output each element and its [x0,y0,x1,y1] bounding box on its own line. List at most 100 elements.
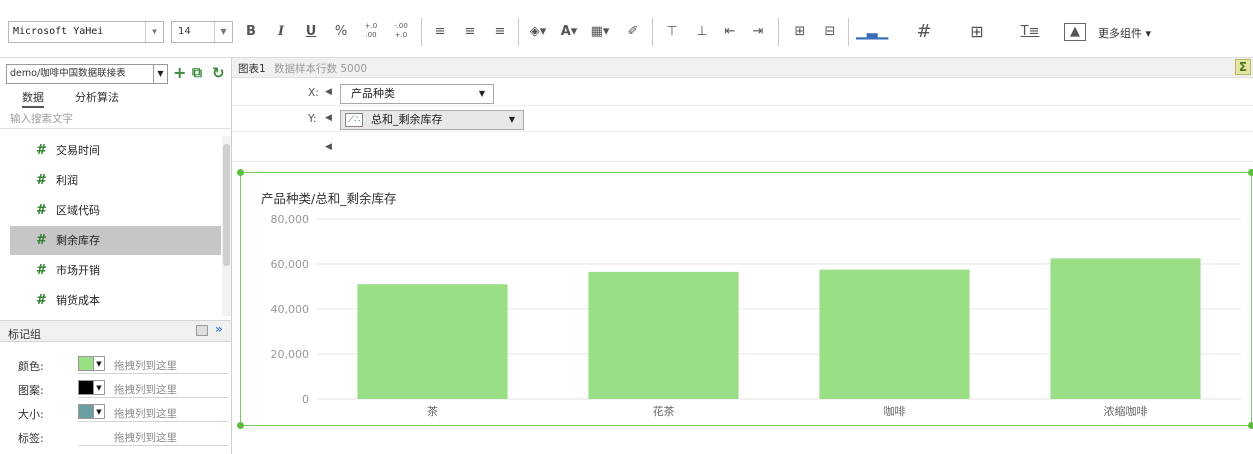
sigma-icon[interactable]: Σ [1235,59,1251,75]
measure-icon: # [36,233,47,248]
mark-settings-icon[interactable] [196,325,208,336]
chevron-down-icon[interactable]: ▼ [153,65,167,83]
field-list-scrollbar[interactable] [222,136,231,316]
underline-button[interactable]: U [302,22,320,42]
search-input[interactable]: 输入搜索文字 [10,111,73,126]
valign-top-icon[interactable]: ⊤ [662,22,682,42]
tab-analysis-algorithm[interactable]: 分析算法 [75,89,119,105]
measure-icon: # [36,203,47,218]
chevron-down-icon[interactable]: ▼ [94,356,105,371]
mark-label: 图案: [18,384,44,397]
more-widgets-button[interactable]: 更多组件 ▾ [1098,25,1151,41]
align-right-icon[interactable]: ≡ [490,22,510,42]
chart-frame[interactable]: 产品种类/总和_剩余库存 0 20,000 40,000 60,000 80,000 茶花… [237,169,1253,429]
chevron-down-icon[interactable]: ▼ [479,85,485,103]
chevron-down-icon[interactable]: ▼ [145,22,163,42]
field-item-selected[interactable]: # 剩余库存 [10,226,221,255]
bar [1050,258,1201,399]
field-label: 销货成本 [56,294,100,307]
valign-bottom-icon[interactable]: ⊥ [692,22,712,42]
drop-zone[interactable]: 拖拽列到这里 [114,430,177,445]
chart-type-icon[interactable]: ⟋∴ [345,113,363,127]
add-icon[interactable]: + [173,64,186,82]
field-label: 利润 [56,174,78,187]
toolbar-divider [652,18,653,46]
field-item[interactable]: # 市场开销 [10,256,221,285]
collapse-left-icon[interactable]: ◀ [325,142,332,152]
divider [78,445,228,446]
y-tick-label: 80,000 [271,213,310,226]
chevron-down-icon[interactable]: ▼ [509,111,515,129]
tab-data[interactable]: 数据 [22,89,44,108]
bar [357,284,508,399]
align-center-icon[interactable]: ≡ [460,22,480,42]
font-family-value: Microsoft YaHei [13,26,104,37]
y-field-pill[interactable]: ⟋∴ 总和_剩余库存 ▼ [340,110,524,130]
field-label: 区域代码 [56,204,100,217]
indent-left-icon[interactable]: ⇤ [720,22,740,42]
italic-button[interactable]: I [272,22,290,42]
y-tick-label: 60,000 [271,258,310,271]
chevron-down-icon[interactable]: ▼ [94,380,105,395]
percent-button[interactable]: % [332,22,350,42]
left-panel: demo/咖啡中国数据联接表 ▼ + ⧉ ↻ 数据 分析算法 输入搜索文字 # … [0,58,232,454]
field-item[interactable]: # 交易时间 [10,136,221,165]
bold-button[interactable]: B [242,22,260,42]
field-item[interactable]: # 销货成本 [10,286,221,315]
image-icon[interactable]: ▲ [1064,23,1086,41]
mark-label: 标签: [18,432,44,445]
bar-chart: 0 20,000 40,000 60,000 80,000 茶 花茶 咖啡 浓缩咖啡 [271,213,1241,418]
text-box-icon[interactable]: T≡ [1018,22,1042,42]
drop-zone[interactable]: 拖拽列到这里 [114,406,177,421]
extra-shelf: ◀ [232,134,1253,162]
chevron-down-icon[interactable]: ▼ [94,404,105,419]
bar-chart-icon[interactable]: ▁▃▁ [856,22,888,42]
mark-row-shape: 图案: ▼ 拖拽列到这里 [0,378,231,400]
mark-row-size: 大小: ▼ 拖拽列到这里 [0,402,231,424]
datasource-value: demo/咖啡中国数据联接表 [10,68,126,79]
drop-zone[interactable]: 拖拽列到这里 [114,358,177,373]
chevron-down-icon[interactable]: ▼ [214,22,232,42]
mark-group-header: 标记组 » [0,320,231,342]
collapse-left-icon[interactable]: ◀ [325,113,332,123]
mark-row-label: 标签: 拖拽列到这里 [0,426,231,448]
align-left-icon[interactable]: ≡ [430,22,450,42]
font-size-select[interactable]: 14 ▼ [171,21,233,43]
collapse-left-icon[interactable]: ◀ [325,87,332,97]
decimal-add-button[interactable]: +.0 .00 [360,22,382,42]
field-label: 市场开销 [56,264,100,277]
color-swatch[interactable] [78,356,94,371]
field-label: 剩余库存 [56,234,100,247]
fill-color-icon[interactable]: ◈▾ [528,22,548,42]
y-tick-label: 20,000 [271,348,310,361]
field-item[interactable]: # 利润 [10,166,221,195]
refresh-icon[interactable]: ↻ [212,64,225,82]
font-color-icon[interactable]: A▾ [558,22,580,42]
scroll-thumb[interactable] [223,144,230,266]
font-family-select[interactable]: Microsoft YaHei ▼ [8,21,164,43]
edit-external-icon[interactable]: ⧉ [192,64,202,82]
drop-zone[interactable]: 拖拽列到这里 [114,382,177,397]
split-cells-icon[interactable]: ⊟ [820,22,840,42]
datasource-select[interactable]: demo/咖啡中国数据联接表 ▼ [6,64,168,84]
indent-right-icon[interactable]: ⇥ [748,22,768,42]
border-icon[interactable]: ▦▾ [590,22,610,42]
collapse-icon[interactable]: » [215,322,223,336]
merge-cells-icon[interactable]: ⊞ [790,22,810,42]
y-tick-label: 0 [302,393,309,406]
chart-name: 图表1 [238,63,266,75]
bar [819,269,970,399]
format-painter-icon[interactable]: ✐ [624,22,642,42]
measure-icon: # [36,143,47,158]
toolbar-divider [778,18,779,46]
shape-swatch[interactable] [78,380,94,395]
divider [78,397,228,398]
crosstab-icon[interactable]: # [912,22,936,42]
table-icon[interactable]: ⊞ [964,22,990,42]
decimal-remove-button[interactable]: -.00 +.0 [390,22,412,42]
size-swatch[interactable] [78,404,94,419]
x-field-pill[interactable]: 产品种类 ▼ [340,84,494,104]
sample-count: 数据样本行数 5000 [274,63,368,75]
field-item[interactable]: # 区域代码 [10,196,221,225]
measure-icon: # [36,293,47,308]
